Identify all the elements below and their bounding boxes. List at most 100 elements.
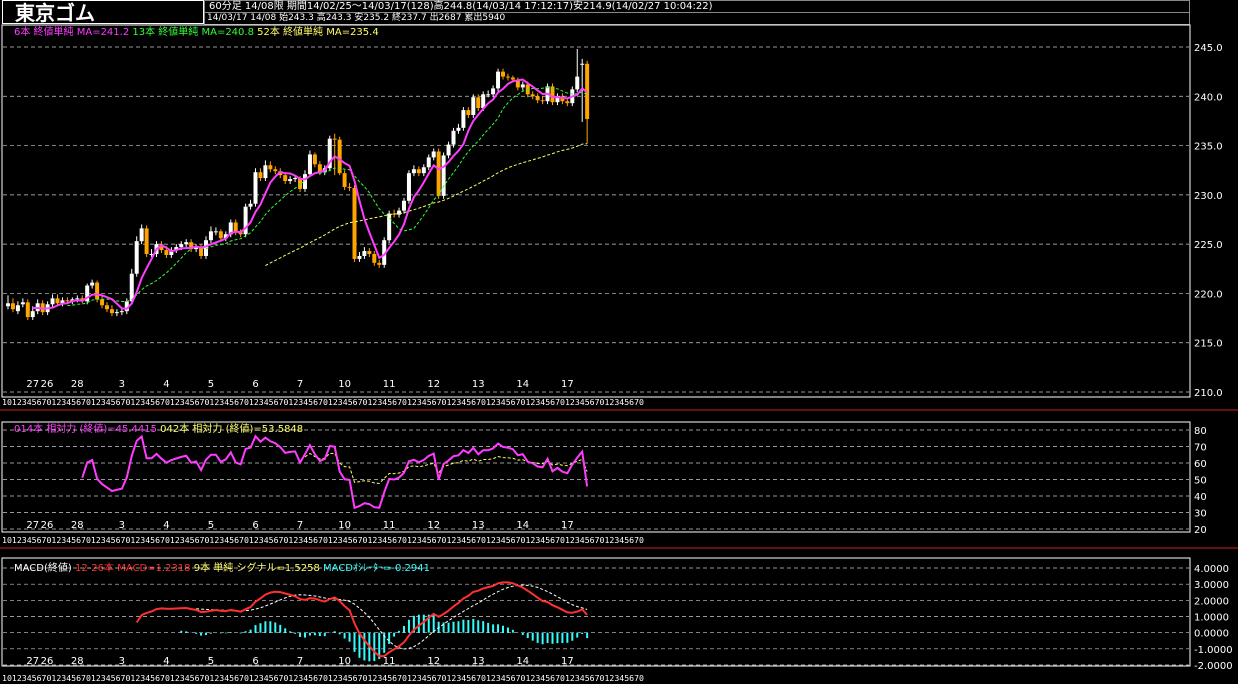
day-label: 28 [71, 520, 84, 531]
candle-body [119, 311, 124, 313]
candle-body [134, 241, 139, 274]
candle-body [352, 187, 357, 259]
candle-body [436, 151, 441, 196]
candle-body [377, 262, 382, 265]
day-label: 6 [252, 520, 258, 531]
hour-ticks: 1012345670123456701234567012345670123456… [2, 398, 644, 407]
macd-panel-frame [1, 557, 1191, 667]
candle-body [530, 94, 535, 97]
y-tick-label: 1.0000 [1194, 613, 1229, 624]
day-label: 17 [561, 520, 574, 531]
candle-body [288, 179, 293, 182]
candle-body [476, 97, 481, 109]
day-label: 27 [26, 520, 39, 531]
y-tick-label: 230.0 [1194, 191, 1223, 202]
day-label: 17 [561, 379, 574, 390]
y-tick-label: 215.0 [1194, 339, 1223, 350]
rsi-panel-frame [1, 421, 1191, 533]
candle-body [293, 178, 298, 180]
y-tick-label: 60 [1194, 459, 1207, 470]
day-label: 7 [297, 656, 303, 667]
day-label: 10 [338, 379, 351, 390]
day-label: 3 [119, 656, 125, 667]
candle-body [496, 71, 501, 89]
day-label: 4 [163, 656, 169, 667]
macd-line [135, 581, 588, 658]
day-label: 12 [427, 656, 440, 667]
day-label: 26 [41, 520, 54, 531]
candle-body [411, 169, 416, 174]
y-tick-label: -2.0000 [1194, 661, 1233, 672]
candle-body [15, 305, 20, 312]
day-label: 14 [516, 520, 529, 531]
day-label: 11 [383, 520, 396, 531]
day-label: 5 [208, 379, 214, 390]
candle-body [372, 254, 377, 263]
day-label: 27 [26, 656, 39, 667]
y-tick-label: 235.0 [1194, 142, 1223, 153]
candle-body [213, 231, 218, 233]
rsi14-line [81, 434, 589, 510]
y-tick-label: 245.0 [1194, 43, 1223, 54]
candle-body [109, 309, 114, 314]
price-panel-frame [1, 24, 1191, 398]
day-label: 3 [119, 379, 125, 390]
day-label: 12 [427, 379, 440, 390]
candle-body [248, 203, 253, 207]
day-label: 5 [208, 520, 214, 531]
y-tick-label: 240.0 [1194, 92, 1223, 103]
candle-body [456, 127, 461, 131]
candle-body [347, 186, 352, 188]
candle-body [387, 213, 392, 241]
candle-body [129, 273, 134, 302]
day-label: 6 [252, 379, 258, 390]
candle-body [575, 76, 580, 90]
y-tick-label: 50 [1194, 476, 1207, 487]
signal-line [196, 584, 588, 650]
candle-body [55, 298, 60, 304]
day-label: 27 [26, 379, 39, 390]
candle-body [332, 138, 337, 140]
candle-body [273, 169, 278, 172]
candle-body [95, 282, 100, 300]
candle-body [525, 84, 530, 95]
day-label: 10 [338, 656, 351, 667]
candle-body [461, 110, 466, 128]
y-tick-label: 4.0000 [1194, 564, 1229, 575]
y-tick-label: 70 [1194, 443, 1207, 454]
candle-body [258, 172, 263, 179]
candle-body [441, 155, 446, 196]
candle-body [20, 302, 25, 305]
candle-body [535, 96, 540, 101]
candle-body [367, 251, 372, 254]
candle-body [253, 172, 258, 204]
day-label: 4 [163, 379, 169, 390]
candle-body [580, 63, 585, 65]
y-tick-label: 20 [1194, 525, 1207, 536]
candle-body [307, 154, 312, 175]
candle-body [25, 302, 30, 318]
day-label: 7 [297, 379, 303, 390]
day-label: 4 [163, 520, 169, 531]
candle-body [164, 250, 169, 255]
chart-window: 東京ゴム 60分足 14/08限 期間14/02/25～14/03/17(128… [0, 0, 1238, 684]
candle-body [184, 242, 189, 245]
day-label: 12 [427, 520, 440, 531]
day-label: 7 [297, 520, 303, 531]
candle-body [550, 86, 555, 103]
candle-body [362, 251, 367, 256]
candle-body [283, 175, 288, 182]
candle-body [6, 303, 10, 307]
candle-body [397, 210, 402, 215]
candle-body [471, 97, 476, 116]
day-label: 3 [119, 520, 125, 531]
y-tick-label: 80 [1194, 426, 1207, 437]
candle-body [179, 244, 184, 248]
day-label: 13 [472, 656, 485, 667]
hour-ticks: 1012345670123456701234567012345670123456… [2, 674, 644, 683]
day-label: 13 [472, 520, 485, 531]
y-tick-label: 40 [1194, 492, 1207, 503]
candle-body [30, 311, 35, 318]
y-tick-label: 210.0 [1194, 388, 1223, 399]
candle-body [402, 200, 406, 211]
